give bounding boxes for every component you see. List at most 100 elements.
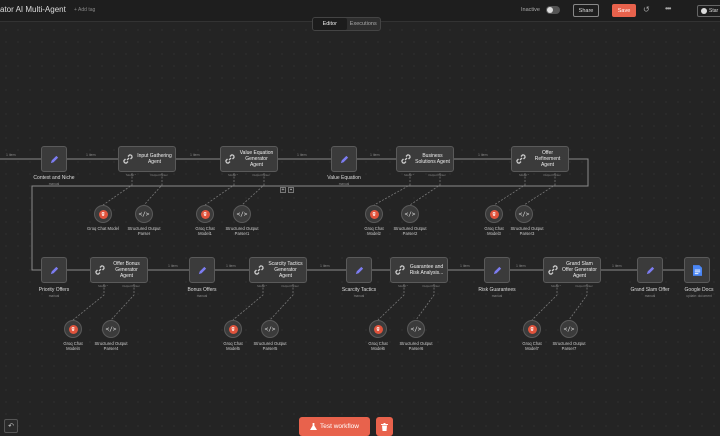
github-star-button[interactable]: Star: [697, 5, 720, 17]
connection-label: 1 item: [297, 153, 307, 157]
link-icon: [548, 265, 558, 275]
connection-label: 1 item: [478, 153, 488, 157]
subnode-label: Structured Output Parser4: [94, 341, 128, 352]
link-icon: [254, 265, 264, 275]
workflow-editor: 1 item 1 item 1 item 1 item 1 item 1 ite…: [0, 0, 720, 436]
node-label: Value Equation manual: [327, 175, 361, 186]
tab-executions[interactable]: Executions: [347, 18, 381, 30]
groq-chat-model-node[interactable]: g: [523, 320, 541, 338]
github-icon: [701, 8, 707, 14]
delete-execution-button[interactable]: [376, 417, 393, 436]
pencil-icon: [646, 266, 654, 274]
subnode-label: Structured Output Parser7: [552, 341, 586, 352]
groq-icon: g: [228, 324, 238, 334]
structured-output-parser-node[interactable]: </>: [401, 205, 419, 223]
node-offer-refinement-agent[interactable]: Offer Refinement Agent Model * Output Par…: [511, 146, 569, 177]
node-scarcity-tactics[interactable]: [346, 257, 372, 283]
code-icon: </>: [138, 210, 150, 218]
node-label: Google Docs update: document: [684, 287, 714, 298]
subnode-label: Structured Output Parser6: [399, 341, 433, 352]
groq-icon: g: [373, 324, 383, 334]
undo-icon[interactable]: ↶: [4, 419, 18, 433]
groq-chat-model-node[interactable]: g: [196, 205, 214, 223]
code-icon: </>: [518, 210, 530, 218]
node-context-and-niche[interactable]: [41, 146, 67, 172]
view-tabs: Editor Executions: [312, 17, 381, 31]
groq-chat-model-node[interactable]: g: [224, 320, 242, 338]
test-workflow-button[interactable]: Test workflow: [299, 417, 370, 436]
structured-output-parser-node[interactable]: </>: [407, 320, 425, 338]
node-label: Bonus Offers manual: [187, 287, 217, 298]
link-icon: [516, 154, 526, 164]
pencil-icon: [355, 266, 363, 274]
structured-output-parser-node[interactable]: </>: [261, 320, 279, 338]
node-input-gathering-agent[interactable]: Input Gathering Agent Model * Output Pars…: [118, 146, 176, 177]
subnode-label: Groq Chat Model2: [364, 226, 384, 237]
node-label: Grand Slam Offer manual: [630, 287, 670, 298]
node-grand-slam-offer-generator-agent[interactable]: Grand Slam Offer Generator Agent Model *…: [543, 257, 601, 288]
link-icon: [401, 154, 411, 164]
groq-icon: g: [68, 324, 78, 334]
code-icon: </>: [563, 325, 575, 333]
code-icon: </>: [236, 210, 248, 218]
groq-icon: g: [98, 209, 108, 219]
groq-chat-model-node[interactable]: g: [64, 320, 82, 338]
groq-icon: g: [489, 209, 499, 219]
node-priority-offers[interactable]: [41, 257, 67, 283]
workflow-title[interactable]: ator AI Multi-Agent: [0, 5, 66, 14]
structured-output-parser-node[interactable]: </>: [233, 205, 251, 223]
node-grand-slam-offer[interactable]: [637, 257, 663, 283]
structured-output-parser-node[interactable]: </>: [135, 205, 153, 223]
share-button[interactable]: Share: [573, 4, 599, 17]
history-icon[interactable]: ↺: [643, 5, 650, 14]
node-value-equation[interactable]: [331, 146, 357, 172]
trash-icon: [381, 422, 388, 431]
subnode-label: Structured Output Parser2: [393, 226, 427, 237]
subnode-label: Groq Chat Model1: [195, 226, 215, 237]
link-icon: [225, 154, 235, 164]
structured-output-parser-node[interactable]: </>: [560, 320, 578, 338]
link-icon: [395, 265, 405, 275]
subnode-label: Groq Chat Model6: [368, 341, 388, 352]
connection-label: 1 item: [86, 153, 96, 157]
subnode-label: Groq Chat Model: [87, 226, 119, 231]
subnode-label: Structured Output Parser3: [510, 226, 544, 237]
structured-output-parser-node[interactable]: </>: [102, 320, 120, 338]
node-label: Context and Niche manual: [33, 175, 75, 186]
groq-chat-model-node[interactable]: g: [485, 205, 503, 223]
active-toggle[interactable]: [546, 6, 560, 14]
add-node-button[interactable]: +: [280, 187, 286, 193]
save-button[interactable]: Save: [612, 4, 636, 17]
link-icon: [123, 154, 133, 164]
pencil-icon: [340, 155, 348, 163]
node-offer-bonus-generator-agent[interactable]: Offer Bonus Generator Agent Model * Outpu…: [90, 257, 148, 288]
groq-icon: g: [369, 209, 379, 219]
node-label: Risk Guarantees manual: [478, 287, 516, 298]
connection-label: 1 item: [226, 264, 236, 268]
more-options-icon[interactable]: •••: [665, 4, 671, 13]
connection-label: 1 item: [168, 264, 178, 268]
node-bonus-offers[interactable]: [189, 257, 215, 283]
node-guarantee-risk-analysis-agent[interactable]: Guarantee and Risk Analysis... Model * Ou…: [390, 257, 448, 288]
groq-chat-model-node[interactable]: g: [94, 205, 112, 223]
add-tag-link[interactable]: + Add tag: [74, 7, 95, 13]
connection-label: 1 item: [612, 264, 622, 268]
subnode-label: Structured Output Parser5: [253, 341, 287, 352]
node-value-equation-generator-agent[interactable]: Value Equation Generator Agent Model * Ou…: [220, 146, 278, 177]
groq-chat-model-node[interactable]: g: [369, 320, 387, 338]
structured-output-parser-node[interactable]: </>: [515, 205, 533, 223]
subnode-label: Structured Output Parser: [127, 226, 161, 237]
delete-connection-icon[interactable]: ▪: [288, 187, 294, 193]
groq-chat-model-node[interactable]: g: [365, 205, 383, 223]
groq-icon: g: [527, 324, 537, 334]
code-icon: </>: [264, 325, 276, 333]
node-risk-guarantees[interactable]: [484, 257, 510, 283]
google-docs-icon: [692, 264, 702, 276]
tab-editor[interactable]: Editor: [313, 18, 347, 30]
node-business-solutions-agent[interactable]: Business Solutions Agent Model * Output P…: [396, 146, 454, 177]
link-icon: [95, 265, 105, 275]
node-scarcity-tactics-generator-agent[interactable]: Scarcity Tactics Generator Agent Model *…: [249, 257, 307, 288]
pencil-icon: [50, 266, 58, 274]
node-google-docs[interactable]: [684, 257, 710, 283]
pencil-icon: [50, 155, 58, 163]
